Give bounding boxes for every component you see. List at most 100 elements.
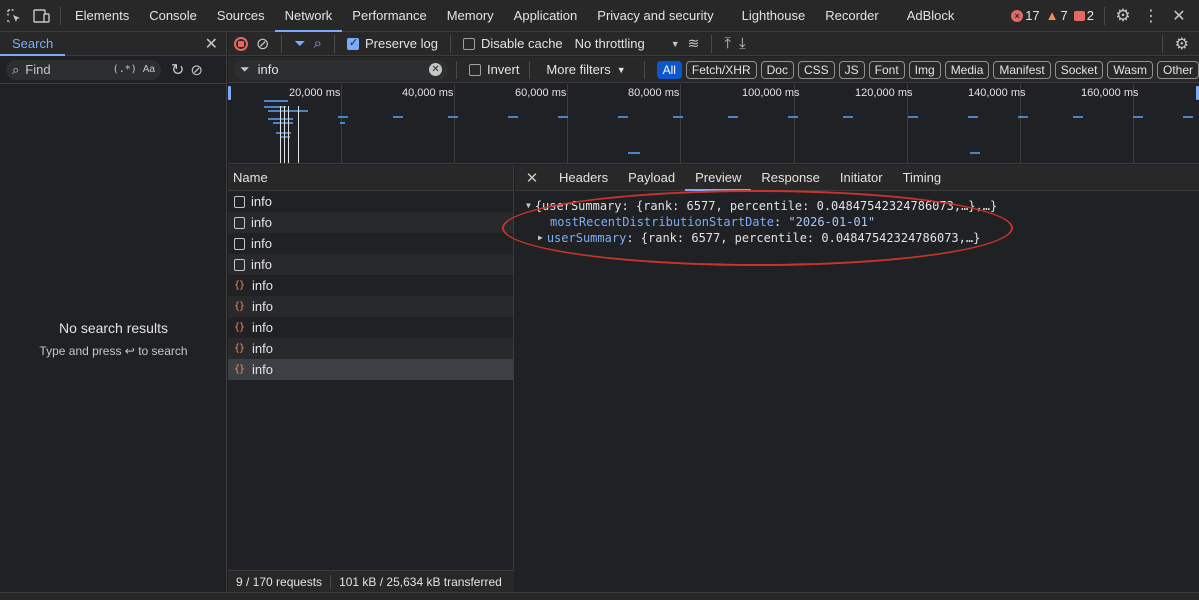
- match-case-toggle[interactable]: Aa: [143, 64, 155, 75]
- invert-checkbox[interactable]: Invert: [468, 62, 519, 77]
- filter-chip-css[interactable]: CSS: [797, 60, 835, 79]
- filter-chip-manifest[interactable]: Manifest: [993, 60, 1051, 79]
- filter-input[interactable]: [257, 62, 422, 77]
- timeline-tick-label: 100,000 ms: [742, 87, 800, 99]
- throttling-select[interactable]: No throttling ▼: [575, 36, 680, 51]
- devtools-main-toolbar: Elements Console Sources Network Perform…: [0, 0, 1199, 32]
- close-detail-icon[interactable]: ✕: [515, 169, 549, 187]
- filter-chip-wasm[interactable]: Wasm: [1107, 60, 1153, 79]
- filter-chip-font[interactable]: Font: [868, 60, 905, 79]
- tab-elements[interactable]: Elements: [65, 0, 139, 32]
- request-row[interactable]: {} info: [228, 338, 513, 359]
- timeline-request-bar: [628, 152, 640, 154]
- filter-chip-media[interactable]: Media: [944, 60, 990, 79]
- tab-preview[interactable]: Preview: [685, 165, 752, 191]
- regex-toggle[interactable]: (.*): [113, 64, 137, 75]
- toolbar-divider: [456, 60, 457, 79]
- tab-lighthouse[interactable]: Lighthouse: [732, 0, 816, 32]
- json-key: mostRecentDistributionStartDate: [550, 215, 774, 229]
- tab-response[interactable]: Response: [751, 165, 830, 191]
- clear-filter-icon[interactable]: ✕: [429, 63, 443, 76]
- close-devtools-icon[interactable]: ✕: [1165, 0, 1193, 32]
- status-divider: [330, 574, 332, 589]
- tab-payload[interactable]: Payload: [618, 165, 685, 191]
- settings-gear-icon[interactable]: ⚙: [1109, 0, 1137, 32]
- json-child-usersummary[interactable]: ▶ userSummary: {rank: 6577, percentile: …: [526, 230, 1186, 246]
- request-row[interactable]: {} info: [228, 275, 513, 296]
- export-har-icon[interactable]: ⤓: [739, 35, 746, 52]
- transfer-size: 101 kB / 25,634 kB transferred: [339, 574, 502, 589]
- filter-chip-all[interactable]: All: [656, 60, 682, 79]
- more-filters-dropdown[interactable]: More filters ▼: [546, 62, 625, 77]
- timeline-gridline: [680, 84, 681, 163]
- checkbox-unchecked-icon[interactable]: [463, 37, 475, 50]
- disable-cache-checkbox[interactable]: Disable cache: [463, 36, 563, 51]
- request-row[interactable]: {} info: [228, 296, 513, 317]
- collapsed-triangle-icon[interactable]: ▶: [538, 230, 543, 246]
- clear-search-icon[interactable]: ⊘: [190, 61, 203, 79]
- tab-network[interactable]: Network: [274, 0, 343, 32]
- json-object-summary: {rank: 6577, percentile: 0.0484754232478…: [640, 231, 981, 245]
- more-options-icon[interactable]: ⋮: [1137, 0, 1165, 32]
- timeline-event-marker: [280, 106, 281, 163]
- inspect-element-icon[interactable]: [0, 0, 28, 32]
- error-count-badge[interactable]: × 17: [1011, 8, 1040, 23]
- timeline-request-bar: [448, 116, 458, 118]
- checkbox-unchecked-icon[interactable]: [468, 63, 481, 76]
- search-empty-state: No search results Type and press ↩ to se…: [0, 320, 227, 358]
- request-row[interactable]: info: [228, 191, 513, 212]
- json-file-icon: {}: [234, 280, 245, 291]
- warning-count-badge[interactable]: ▲ 7: [1046, 8, 1068, 23]
- request-row[interactable]: info: [228, 233, 513, 254]
- issues-count-badge[interactable]: 2: [1073, 8, 1094, 23]
- tab-application[interactable]: Application: [504, 0, 588, 32]
- tab-headers[interactable]: Headers: [549, 165, 618, 191]
- timeline-overview[interactable]: 20,000 ms 40,000 ms 60,000 ms 80,000 ms 100,…: [228, 84, 1199, 164]
- json-file-icon: {}: [234, 343, 245, 354]
- close-search-icon[interactable]: ✕: [205, 34, 218, 54]
- refresh-icon[interactable]: ↻: [171, 60, 184, 80]
- filter-chip-doc[interactable]: Doc: [760, 60, 794, 79]
- search-network-icon[interactable]: ⌕: [314, 35, 322, 52]
- filter-chip-fetch-xhr[interactable]: Fetch/XHR: [685, 60, 757, 79]
- tab-timing[interactable]: Timing: [893, 165, 952, 191]
- tab-memory[interactable]: Memory: [437, 0, 504, 32]
- preserve-log-checkbox[interactable]: Preserve log: [347, 36, 438, 51]
- checkbox-checked-icon[interactable]: [347, 36, 360, 50]
- tab-performance[interactable]: Performance: [342, 0, 436, 32]
- search-icon: ⌕: [12, 61, 20, 77]
- request-name: info: [252, 320, 273, 335]
- tab-recorder[interactable]: Recorder: [815, 0, 888, 32]
- tab-privacy-security[interactable]: Privacy and security: [587, 0, 723, 32]
- request-row[interactable]: info: [228, 254, 513, 275]
- clear-log-icon[interactable]: ⊘: [256, 34, 269, 54]
- request-row[interactable]: {} info: [228, 317, 513, 338]
- filter-chip-img[interactable]: Img: [908, 60, 941, 79]
- filter-chip-js[interactable]: JS: [838, 60, 865, 79]
- find-input[interactable]: [25, 62, 107, 77]
- filter-chip-other[interactable]: Other: [1156, 60, 1199, 79]
- name-column-header[interactable]: Name: [228, 165, 513, 191]
- tab-adblock[interactable]: AdBlock: [897, 0, 965, 32]
- timeline-tick-label: 120,000 ms: [855, 87, 913, 99]
- tab-initiator[interactable]: Initiator: [830, 165, 893, 191]
- device-toolbar-icon[interactable]: [28, 0, 56, 32]
- toolbar-divider: [334, 34, 336, 53]
- filter-chip-socket[interactable]: Socket: [1054, 60, 1104, 79]
- timeline-request-bar: [728, 116, 738, 118]
- filter-funnel-icon[interactable]: ⏷: [294, 35, 305, 52]
- json-root-node[interactable]: ▼ {userSummary: {rank: 6577, percentile:…: [526, 198, 1186, 214]
- stop-recording-icon[interactable]: [234, 36, 248, 51]
- timeline-range-handle-left[interactable]: [228, 86, 231, 100]
- request-name: info: [251, 257, 272, 272]
- tab-search[interactable]: Search: [0, 32, 66, 56]
- request-row[interactable]: info: [228, 212, 513, 233]
- expanded-triangle-icon[interactable]: ▼: [526, 198, 531, 214]
- tab-sources[interactable]: Sources: [207, 0, 275, 32]
- request-row[interactable]: {} info: [228, 359, 513, 380]
- tab-console[interactable]: Console: [139, 0, 207, 32]
- toolbar-divider: [529, 60, 531, 79]
- network-settings-icon[interactable]: ⚙: [1175, 34, 1189, 54]
- import-har-icon[interactable]: ⤒: [724, 35, 731, 52]
- network-conditions-icon[interactable]: ≋: [688, 35, 700, 52]
